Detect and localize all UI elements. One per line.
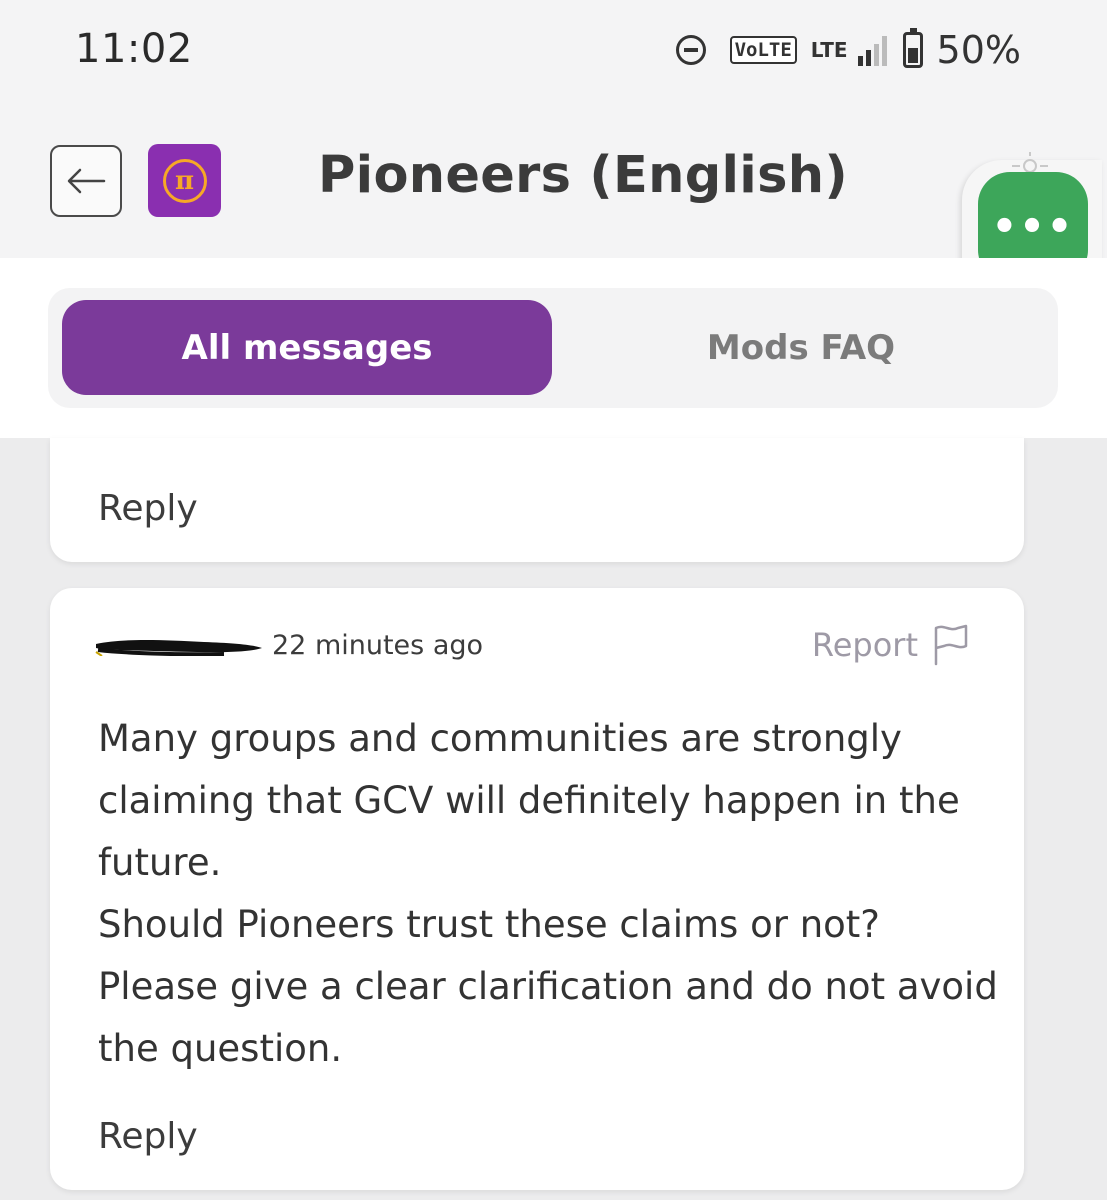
message-paragraph: Many groups and communities are strongly… — [98, 717, 960, 884]
status-icons: VoLTE LTE 50% — [675, 28, 1021, 72]
status-bar: 11:02 VoLTE LTE 50% — [0, 0, 1107, 110]
message-card: 22 minutes ago Report Many groups and co… — [50, 588, 1024, 1190]
signal-icon — [857, 34, 887, 66]
lte-label: LTE — [810, 38, 848, 62]
message-timestamp: 22 minutes ago — [272, 630, 484, 661]
tab-mods-faq[interactable]: Mods FAQ — [556, 300, 1046, 395]
back-button[interactable] — [50, 145, 122, 217]
arrow-left-icon — [67, 168, 106, 194]
volte-icon: VoLTE — [729, 36, 797, 64]
app-logo: π — [148, 144, 221, 217]
flag-icon — [934, 624, 968, 666]
tab-bar: All messages Mods FAQ — [48, 288, 1058, 408]
reply-button[interactable]: Reply — [98, 1116, 198, 1157]
tab-all-messages[interactable]: All messages — [62, 300, 552, 395]
message-paragraph: Should Pioneers trust these claims or no… — [98, 903, 998, 1070]
page-title: Pioneers (English) — [318, 146, 848, 205]
report-label: Report — [811, 626, 918, 664]
message-card: Reply — [50, 438, 1024, 562]
report-button[interactable]: Report — [812, 624, 968, 666]
battery-icon — [902, 28, 923, 68]
reply-button[interactable]: Reply — [98, 488, 198, 529]
status-time: 11:02 — [75, 26, 193, 72]
do-not-disturb-icon — [675, 35, 706, 65]
battery-percent: 50% — [936, 28, 1021, 72]
redacted-username — [95, 640, 262, 656]
app-header: π Pioneers (English) — [0, 110, 1107, 258]
message-body: Many groups and communities are strongly… — [98, 708, 998, 1080]
pi-coin-icon: π — [162, 158, 207, 203]
